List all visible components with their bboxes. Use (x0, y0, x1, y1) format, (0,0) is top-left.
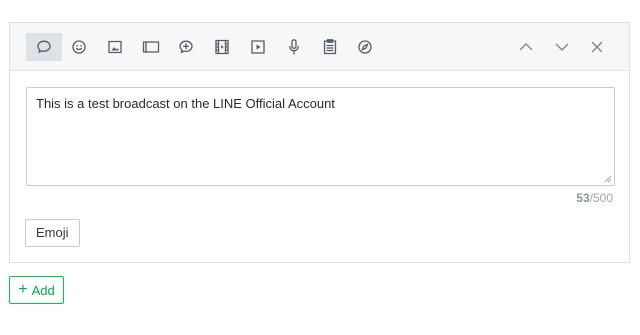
rich-video-tool[interactable] (204, 33, 240, 61)
plus-icon: + (18, 281, 28, 298)
play-video-icon (251, 40, 265, 54)
add-message-button[interactable]: + Add (9, 276, 64, 304)
move-up-button[interactable] (508, 33, 544, 61)
speech-bubble-icon (37, 40, 51, 53)
emoji-button[interactable]: Emoji (25, 219, 80, 247)
chevron-up-icon (519, 43, 533, 51)
sticker-tool[interactable] (61, 33, 97, 61)
card-message-icon (142, 41, 160, 53)
character-limit: /500 (589, 191, 613, 205)
close-icon (591, 41, 603, 53)
message-text: This is a test broadcast on the LINE Off… (36, 96, 335, 111)
image-icon (108, 40, 122, 54)
survey-tool[interactable] (312, 33, 348, 61)
coupon-icon (179, 40, 193, 54)
message-editor-card: This is a test broadcast on the LINE Off… (9, 22, 630, 263)
survey-icon (323, 39, 337, 55)
compass-icon (358, 40, 372, 54)
microphone-icon (289, 39, 299, 55)
location-tool[interactable] (347, 33, 383, 61)
move-down-button[interactable] (544, 33, 580, 61)
chevron-down-icon (555, 43, 569, 51)
message-text-area[interactable]: This is a test broadcast on the LINE Off… (26, 87, 615, 186)
add-button-label: Add (31, 282, 55, 298)
message-type-toolbar (10, 23, 629, 71)
video-tool[interactable] (240, 33, 276, 61)
audio-tool[interactable] (276, 33, 312, 61)
smiley-sticker-icon (72, 40, 86, 54)
video-film-icon (215, 39, 229, 55)
card-message-tool[interactable] (133, 33, 169, 61)
image-tool[interactable] (97, 33, 133, 61)
character-counter: 53/500 (576, 191, 613, 205)
text-message-tool[interactable] (26, 33, 62, 61)
remove-message-button[interactable] (579, 33, 615, 61)
character-count: 53 (576, 191, 590, 205)
resize-handle-icon[interactable] (604, 175, 612, 183)
coupon-tool[interactable] (168, 33, 204, 61)
